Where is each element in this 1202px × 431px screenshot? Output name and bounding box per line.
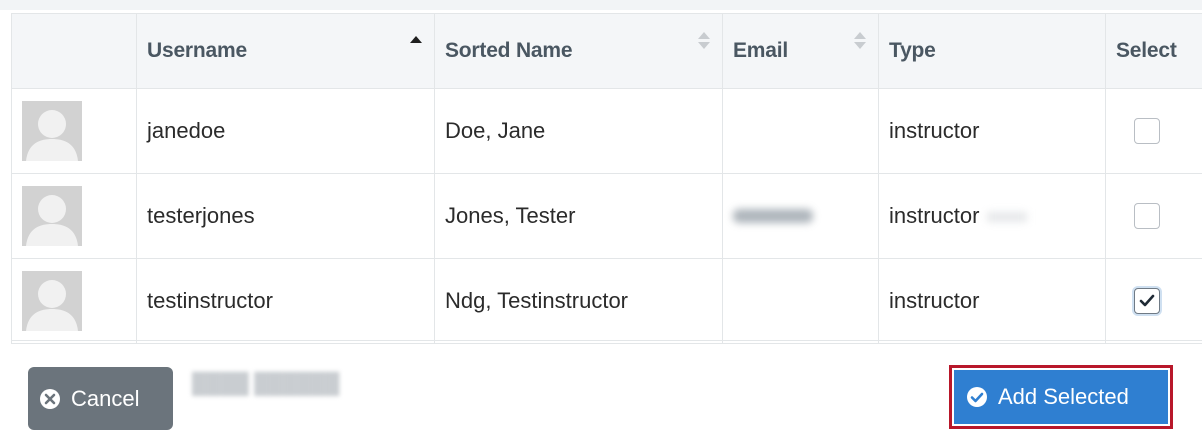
avatar [22, 101, 82, 161]
email-cell [722, 88, 879, 174]
column-header-label: Sorted Name [445, 39, 573, 62]
type-cell: instructor [878, 258, 1106, 344]
type-label: instructor [889, 203, 980, 228]
column-header-type: Type [878, 13, 1106, 89]
avatar [22, 186, 82, 246]
sorted-name-cell: Doe, Jane [434, 88, 723, 174]
avatar-cell [11, 173, 137, 259]
checkmark-icon [1139, 294, 1155, 307]
column-header-label: Username [147, 39, 247, 62]
sorted-name-cell: Jones, Tester [434, 173, 723, 259]
select-cell [1105, 173, 1202, 259]
user-picker-page: Username Sorted Name Email Type Select j… [0, 0, 1202, 431]
table-row: testerjones Jones, Tester instructor [11, 173, 1202, 259]
blurred-footer-text: ████ ██████ [192, 373, 340, 395]
sorted-name-cell: Ndg, Testinstructor [434, 258, 723, 344]
column-header-email[interactable]: Email [722, 13, 879, 89]
table-row: janedoe Doe, Jane instructor [11, 88, 1202, 174]
sort-both-icon [698, 32, 710, 50]
cancel-button[interactable]: Cancel [28, 367, 173, 430]
footer-divider [11, 340, 1202, 341]
column-header-avatar [11, 13, 137, 89]
sort-both-icon [854, 32, 866, 50]
username-cell: testinstructor [136, 258, 435, 344]
column-header-label: Type [889, 39, 936, 62]
select-cell [1105, 258, 1202, 344]
add-selected-button-label: Add Selected [998, 384, 1129, 409]
column-header-label: Email [733, 39, 789, 62]
table-header-row: Username Sorted Name Email Type Select [11, 13, 1202, 89]
avatar [22, 271, 82, 331]
add-selected-button[interactable]: Add Selected [954, 370, 1168, 424]
avatar-cell [11, 258, 137, 344]
redacted-email [733, 209, 813, 223]
add-selected-highlight: Add Selected [949, 365, 1173, 429]
user-silhouette-icon [22, 271, 82, 331]
users-table: Username Sorted Name Email Type Select j… [11, 13, 1202, 344]
times-circle-icon [39, 388, 61, 410]
redacted-text [987, 212, 1028, 223]
table-row: testinstructor Ndg, Testinstructor instr… [11, 258, 1202, 344]
column-header-select: Select [1105, 13, 1202, 89]
type-cell: instructor [878, 173, 1106, 259]
column-header-label: Select [1116, 39, 1177, 62]
select-checkbox[interactable] [1134, 203, 1160, 229]
column-header-sorted-name[interactable]: Sorted Name [434, 13, 723, 89]
top-strip [0, 0, 1202, 10]
username-cell: testerjones [136, 173, 435, 259]
select-cell [1105, 88, 1202, 174]
user-silhouette-icon [22, 186, 82, 246]
sort-ascending-icon [410, 36, 422, 43]
select-checkbox-checked[interactable] [1134, 288, 1160, 314]
check-circle-icon [966, 386, 988, 408]
avatar-cell [11, 88, 137, 174]
type-cell: instructor [878, 88, 1106, 174]
username-cell: janedoe [136, 88, 435, 174]
email-cell [722, 173, 879, 259]
select-checkbox[interactable] [1134, 118, 1160, 144]
user-silhouette-icon [22, 101, 82, 161]
email-cell [722, 258, 879, 344]
column-header-username[interactable]: Username [136, 13, 435, 89]
cancel-button-label: Cancel [71, 385, 140, 411]
